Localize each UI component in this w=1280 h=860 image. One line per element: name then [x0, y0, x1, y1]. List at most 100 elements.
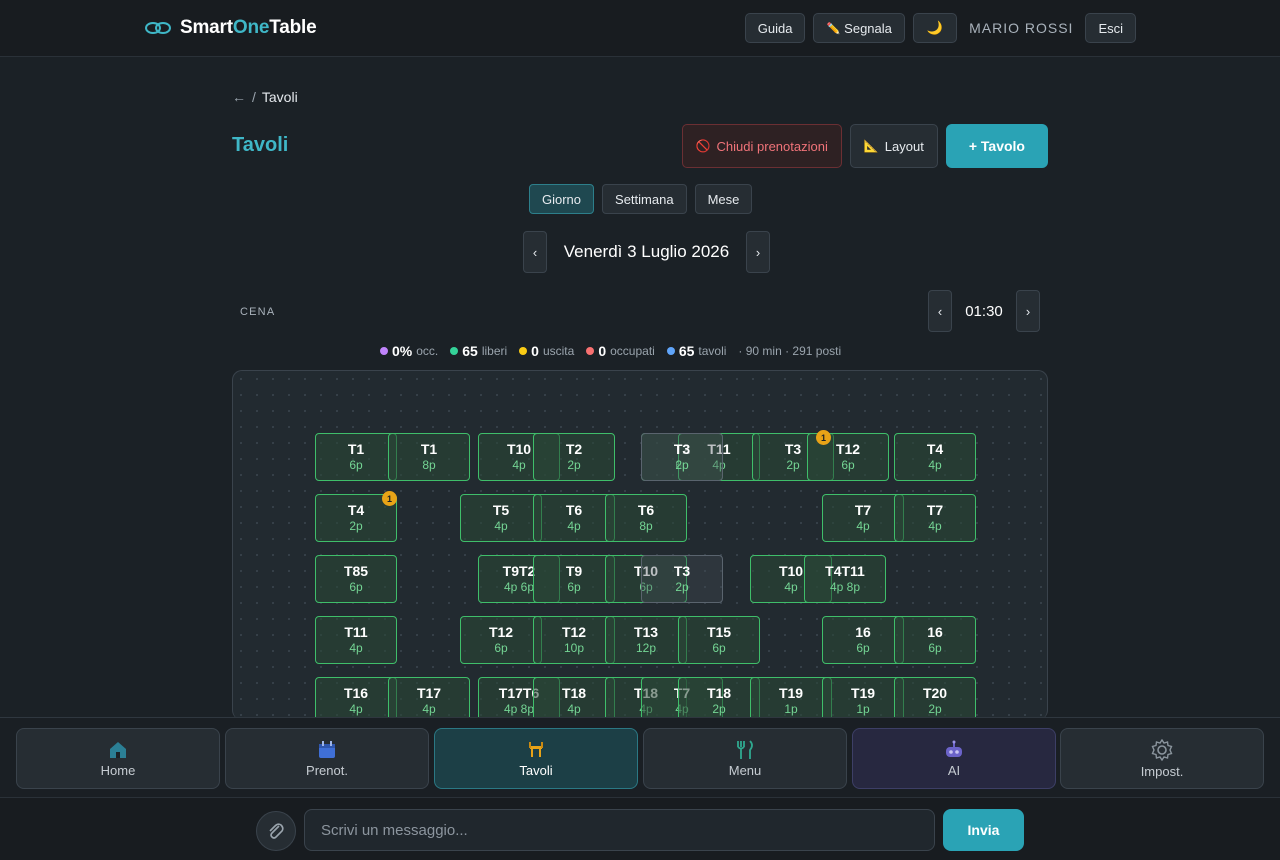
table-card[interactable]: T4T11 4p 8p — [804, 555, 886, 603]
table-card[interactable]: T6 4p — [533, 494, 615, 542]
table-seats: 6p — [494, 641, 508, 656]
layout-button[interactable]: 📐 Layout — [849, 124, 938, 168]
nav-menu[interactable]: Menu — [643, 728, 847, 789]
table-name: T6 — [637, 501, 655, 518]
table-card[interactable]: T20 2p — [894, 677, 976, 720]
table-card[interactable]: T9 6p — [533, 555, 615, 603]
cutlery-icon — [737, 739, 753, 759]
view-day-button[interactable]: Giorno — [529, 184, 595, 214]
nav-ai[interactable]: AI — [852, 728, 1056, 789]
table-card[interactable]: T3 2p — [641, 555, 723, 603]
table-seats: 2p — [567, 458, 581, 473]
table-seats: 1p — [856, 702, 870, 717]
table-seats: 4p — [928, 458, 942, 473]
table-name: T13 — [633, 623, 659, 640]
table-card[interactable]: T1 8p — [388, 433, 470, 481]
report-button[interactable]: ✏️ Segnala — [813, 13, 905, 43]
table-card[interactable]: T17 4p — [388, 677, 470, 720]
table-name: T17 — [416, 684, 442, 701]
table-seats: 4p — [567, 519, 581, 534]
time-navigator: ‹ 01:30 › — [928, 290, 1040, 332]
nav-settings[interactable]: Impost. — [1060, 728, 1264, 789]
table-card[interactable]: T184p — [533, 677, 615, 720]
table-card[interactable]: T12 6p — [460, 616, 542, 664]
stat-summary: · 90 min · 291 posti — [738, 344, 842, 358]
stat-occupancy: 0% occ. — [380, 343, 438, 359]
view-week-button[interactable]: Settimana — [602, 184, 687, 214]
table-card[interactable]: T19 1p — [750, 677, 832, 720]
table-card[interactable]: T5 4p — [460, 494, 542, 542]
table-name: T9 — [565, 562, 583, 579]
table-card[interactable]: T74p — [822, 494, 904, 542]
stat-leaving: 0 uscita — [519, 343, 574, 359]
nav-bookings[interactable]: Prenot. — [225, 728, 429, 789]
brand[interactable]: SmartOneTable — [144, 17, 317, 39]
current-date: Venerdì 3 Luglio 2026 — [563, 242, 730, 261]
breadcrumb-current: Tavoli — [261, 89, 298, 105]
table-card[interactable]: 16 6p — [822, 616, 904, 664]
table-name: T2 — [565, 440, 583, 457]
attach-button[interactable] — [256, 811, 296, 851]
table-name: T19 — [850, 684, 876, 701]
table-seats: 8p — [422, 458, 436, 473]
table-name: T11 — [344, 623, 368, 640]
send-button[interactable]: Invia — [943, 809, 1024, 851]
moon-icon: 🌙 — [926, 20, 944, 35]
table-seats: 6p — [856, 641, 870, 656]
table-name: T12 — [835, 440, 861, 457]
table-card[interactable]: T1 6p — [315, 433, 397, 481]
table-seats: 10p — [563, 641, 585, 656]
add-table-button[interactable]: + Tavolo — [945, 124, 1048, 168]
table-name: T15 — [706, 623, 732, 640]
breadcrumb-separator: / — [252, 89, 256, 105]
table-name: T3 — [673, 562, 691, 579]
infinity-logo-icon — [145, 22, 171, 34]
table-name: T1 — [347, 440, 365, 457]
table-card[interactable]: T15 6p — [678, 616, 760, 664]
prev-time-button[interactable]: ‹ — [928, 290, 952, 332]
table-card[interactable]: 16 6p — [894, 616, 976, 664]
table-name: T7 — [854, 501, 872, 518]
table-seats: 4p 6p — [503, 580, 535, 595]
close-bookings-button[interactable]: 🚫 Chiudi prenotazioni — [681, 124, 842, 168]
nav-tables[interactable]: Tavoli — [434, 728, 638, 789]
table-icon — [529, 741, 543, 757]
table-seats: 8p — [639, 519, 653, 534]
view-month-button[interactable]: Mese — [694, 184, 753, 214]
table-seats: 2p — [675, 580, 689, 595]
table-card[interactable]: T12 10p — [533, 616, 615, 664]
table-card[interactable]: T11 4p — [315, 616, 397, 664]
stat-busy: 0 occupati — [586, 343, 655, 359]
table-seats: 4p — [567, 702, 581, 717]
chat-message-input[interactable] — [304, 809, 935, 851]
table-card[interactable]: T3 2p — [641, 433, 723, 481]
table-card[interactable]: T13 12p — [605, 616, 687, 664]
back-arrow-icon[interactable]: ← — [232, 89, 246, 105]
table-card[interactable]: T19 1p — [822, 677, 904, 720]
table-seats: 4p — [422, 702, 436, 717]
table-card[interactable]: T85 6p — [315, 555, 397, 603]
table-card[interactable]: T4 4p — [894, 433, 976, 481]
theme-toggle-button[interactable]: 🌙 — [912, 13, 958, 43]
logout-button[interactable]: Esci — [1085, 13, 1136, 43]
table-name: T10 — [778, 562, 804, 579]
table-name: T5 — [492, 501, 510, 518]
table-name: T4 — [347, 501, 365, 518]
table-card[interactable]: T74p — [894, 494, 976, 542]
gear-icon — [1151, 738, 1173, 761]
table-name: T20 — [922, 684, 948, 701]
prev-date-button[interactable]: ‹ — [523, 231, 547, 273]
guide-button[interactable]: Guida — [744, 13, 806, 43]
table-seats: 12p — [635, 641, 657, 656]
table-card[interactable]: T6 8p — [605, 494, 687, 542]
next-date-button[interactable]: › — [746, 231, 770, 273]
nav-home[interactable]: Home — [16, 728, 220, 789]
table-name: T12 — [488, 623, 514, 640]
view-mode-switch: Giorno Settimana Mese — [529, 184, 753, 214]
next-time-button[interactable]: › — [1016, 290, 1040, 332]
table-name: T18 — [561, 684, 587, 701]
table-name: T10 — [506, 440, 532, 457]
table-card[interactable]: T18 2p — [678, 677, 760, 720]
table-card[interactable]: T16 4p — [315, 677, 397, 720]
table-card[interactable]: T2 2p — [533, 433, 615, 481]
